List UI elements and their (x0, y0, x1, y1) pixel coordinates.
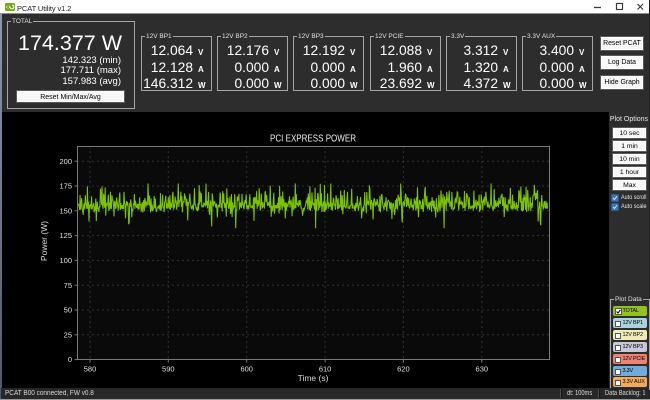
svg-text:75: 75 (64, 281, 72, 290)
svg-text:Time (s): Time (s) (298, 373, 329, 383)
svg-text:Power (W): Power (W) (39, 221, 49, 261)
svg-text:25: 25 (64, 330, 72, 339)
svg-text:0: 0 (68, 355, 72, 364)
svg-text:200: 200 (59, 157, 72, 166)
svg-text:125: 125 (59, 231, 72, 240)
svg-text:100: 100 (59, 256, 72, 265)
svg-text:590: 590 (162, 365, 175, 374)
svg-text:175: 175 (59, 182, 72, 191)
svg-text:620: 620 (397, 365, 410, 374)
svg-text:150: 150 (59, 206, 72, 215)
svg-text:600: 600 (240, 365, 253, 374)
svg-text:50: 50 (64, 306, 72, 315)
svg-text:PCI EXPRESS POWER: PCI EXPRESS POWER (270, 133, 356, 145)
svg-text:580: 580 (84, 365, 97, 374)
svg-text:630: 630 (476, 365, 489, 374)
